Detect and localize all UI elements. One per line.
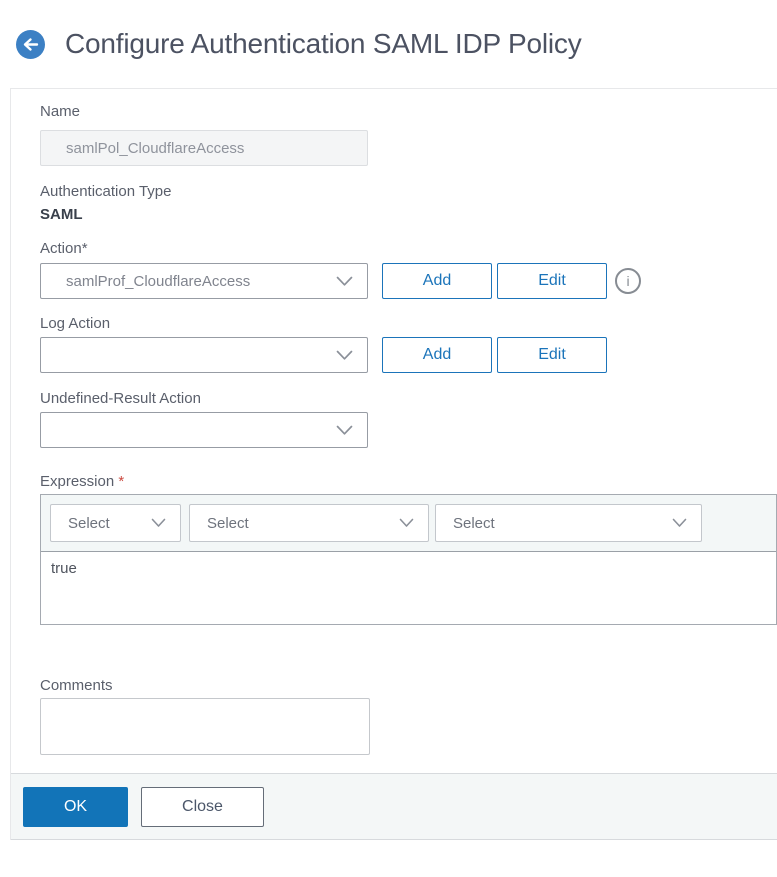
- form-footer: OK Close: [11, 773, 777, 840]
- undefined-result-action-label: Undefined-Result Action: [40, 390, 201, 407]
- close-button[interactable]: Close: [141, 786, 264, 827]
- expression-editor: Select Select Select true: [40, 494, 777, 625]
- ok-button[interactable]: OK: [23, 786, 128, 827]
- chevron-down-icon: [672, 518, 687, 528]
- action-select-value: samlProf_CloudflareAccess: [66, 272, 251, 290]
- log-action-label: Log Action: [40, 315, 111, 332]
- expression-label-text: Expression: [40, 473, 115, 490]
- comments-input[interactable]: [40, 698, 370, 755]
- expression-select-3[interactable]: Select: [435, 504, 702, 542]
- page-title: Configure Authentication SAML IDP Policy: [65, 28, 582, 59]
- name-label: Name: [40, 103, 81, 120]
- log-action-edit-button[interactable]: Edit: [497, 337, 607, 373]
- chevron-down-icon: [336, 425, 353, 436]
- expression-select-1[interactable]: Select: [50, 504, 181, 542]
- name-input[interactable]: [40, 130, 368, 166]
- auth-type-value: SAML: [40, 206, 83, 223]
- action-select[interactable]: samlProf_CloudflareAccess: [40, 263, 368, 299]
- expression-label: Expression *: [40, 473, 777, 491]
- form-fields: Name Authentication Type SAML Action* sa…: [11, 89, 777, 755]
- arrow-left-icon: [22, 37, 39, 52]
- expression-toolbar: Select Select Select: [41, 495, 776, 552]
- chevron-down-icon: [151, 518, 166, 528]
- chevron-down-icon: [336, 350, 353, 361]
- expression-input[interactable]: true: [41, 552, 776, 624]
- required-asterisk: *: [118, 473, 125, 490]
- log-action-select[interactable]: [40, 337, 368, 373]
- chevron-down-icon: [399, 518, 414, 528]
- form-panel: Name Authentication Type SAML Action* sa…: [10, 88, 777, 840]
- auth-type-label: Authentication Type: [40, 183, 172, 200]
- expression-select-1-value: Select: [68, 514, 110, 532]
- comments-label: Comments: [40, 677, 113, 694]
- chevron-down-icon: [336, 276, 353, 287]
- action-add-button[interactable]: Add: [382, 263, 492, 299]
- page-header: Configure Authentication SAML IDP Policy: [0, 0, 777, 88]
- expression-select-2-value: Select: [207, 514, 249, 532]
- undefined-result-action-select[interactable]: [40, 412, 368, 448]
- expression-select-2[interactable]: Select: [189, 504, 429, 542]
- info-icon[interactable]: i: [615, 268, 641, 294]
- action-label: Action*: [40, 240, 88, 257]
- expression-select-3-value: Select: [453, 514, 495, 532]
- back-button[interactable]: [16, 29, 45, 59]
- action-edit-button[interactable]: Edit: [497, 263, 607, 299]
- log-action-add-button[interactable]: Add: [382, 337, 492, 373]
